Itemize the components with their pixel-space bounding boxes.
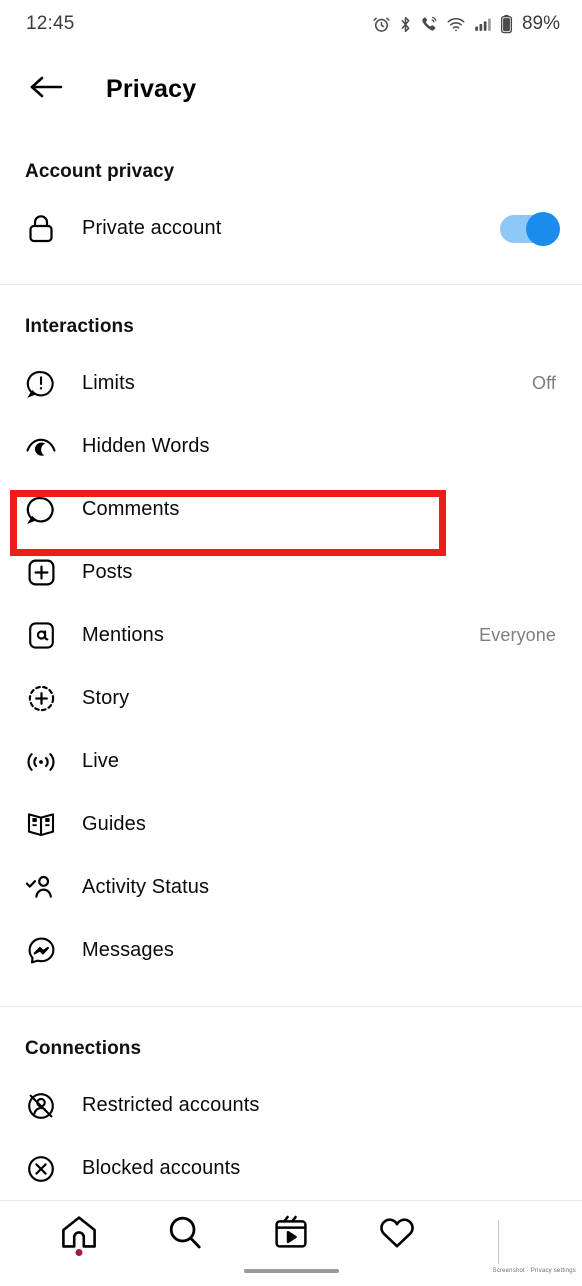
battery-icon: [500, 14, 513, 34]
row-posts[interactable]: Posts: [0, 541, 582, 604]
row-activity-status[interactable]: Activity Status: [0, 856, 582, 919]
row-label-comments: Comments: [82, 498, 180, 520]
row-label-private-account: Private account: [82, 217, 222, 239]
watermark-line: [498, 1220, 499, 1264]
row-messages[interactable]: Messages: [0, 919, 582, 982]
limits-icon: [24, 369, 58, 399]
row-mentions[interactable]: Mentions Everyone: [0, 604, 582, 667]
row-label-story: Story: [82, 687, 130, 709]
heart-icon: [378, 1215, 416, 1249]
row-label-limits: Limits: [82, 372, 135, 394]
row-value-mentions: Everyone: [479, 625, 556, 645]
guides-icon: [24, 811, 58, 838]
row-live[interactable]: Live: [0, 730, 582, 793]
wifi-icon: [446, 15, 466, 34]
posts-icon: [24, 558, 58, 587]
nav-reels[interactable]: [238, 1201, 344, 1263]
status-time: 12:45: [26, 13, 75, 34]
bottom-nav-items: [0, 1201, 582, 1263]
section-title-interactions: Interactions: [25, 316, 134, 337]
section-title-connections: Connections: [25, 1038, 142, 1059]
private-account-toggle[interactable]: [500, 211, 560, 246]
row-label-blocked-accounts: Blocked accounts: [82, 1157, 241, 1179]
live-icon: [24, 750, 58, 774]
activity-status-icon: [24, 874, 58, 901]
call-icon: [420, 15, 439, 34]
section-connections: Connections Restricted accounts Blocked …: [0, 1007, 582, 1202]
signal-icon: [473, 15, 493, 34]
watermark-text: Screenshot · Privacy settings: [492, 1268, 576, 1274]
nav-home[interactable]: [26, 1201, 132, 1263]
nav-activity[interactable]: [344, 1201, 450, 1263]
restricted-accounts-icon: [24, 1091, 58, 1121]
row-label-hidden-words: Hidden Words: [82, 435, 210, 457]
row-value-limits: Off: [532, 373, 556, 393]
bluetooth-icon: [398, 15, 413, 34]
row-label-activity-status: Activity Status: [82, 876, 210, 898]
mentions-icon: [24, 621, 58, 650]
row-restricted-accounts[interactable]: Restricted accounts: [0, 1074, 582, 1137]
home-indicator[interactable]: [244, 1269, 339, 1273]
hidden-words-icon: [24, 434, 58, 460]
row-label-restricted-accounts: Restricted accounts: [82, 1094, 260, 1116]
row-label-live: Live: [82, 750, 120, 772]
section-interactions: Interactions Limits Off Hidden Words Com…: [0, 285, 582, 984]
bottom-navigation-bar: Screenshot · Privacy settings: [0, 1200, 582, 1286]
row-label-messages: Messages: [82, 939, 174, 961]
row-story[interactable]: Story: [0, 667, 582, 730]
search-icon: [167, 1214, 203, 1250]
row-blocked-accounts[interactable]: Blocked accounts: [0, 1137, 582, 1200]
nav-search[interactable]: [132, 1201, 238, 1263]
home-notification-dot: [75, 1249, 83, 1256]
app-bar: Privacy: [0, 48, 582, 130]
back-arrow-icon: [28, 72, 64, 107]
row-hidden-words[interactable]: Hidden Words: [0, 415, 582, 478]
reels-icon: [274, 1215, 308, 1249]
alarm-icon: [372, 15, 391, 34]
back-button[interactable]: [24, 67, 68, 111]
row-limits[interactable]: Limits Off: [0, 352, 582, 415]
nav-profile[interactable]: [450, 1201, 556, 1263]
story-icon: [24, 684, 58, 713]
blocked-accounts-icon: [24, 1154, 58, 1184]
page-title: Privacy: [106, 74, 197, 103]
row-label-posts: Posts: [82, 561, 133, 583]
messages-icon: [24, 936, 58, 965]
row-comments[interactable]: Comments: [0, 478, 582, 541]
status-icon-group: 89%: [372, 13, 560, 35]
status-bar: 12:45 89%: [0, 0, 582, 48]
phone-screen: 12:45 89% Privacy Account privacy Privat…: [0, 0, 582, 1286]
row-label-guides: Guides: [82, 813, 146, 835]
comments-icon: [24, 495, 58, 525]
section-title-account-privacy: Account privacy: [25, 161, 175, 182]
section-account-privacy: Account privacy Private account: [0, 130, 582, 262]
home-icon: [60, 1214, 98, 1250]
toggle-knob: [526, 211, 560, 246]
battery-percent: 89%: [521, 13, 560, 34]
row-guides[interactable]: Guides: [0, 793, 582, 856]
row-private-account[interactable]: Private account: [0, 197, 582, 260]
lock-icon: [24, 214, 58, 244]
row-label-mentions: Mentions: [82, 624, 164, 646]
